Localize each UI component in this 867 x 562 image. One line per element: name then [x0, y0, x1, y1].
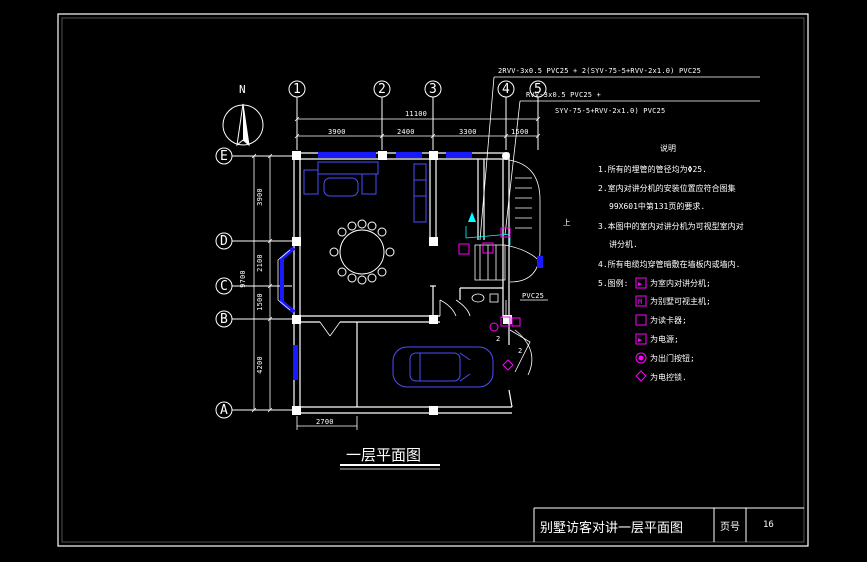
toilet-fixtures — [471, 293, 499, 303]
legend-label-4: 为电源; — [650, 335, 679, 344]
dim-top-4: 1500 — [511, 128, 529, 136]
sofa-set — [303, 161, 379, 197]
north-arrow-icon — [222, 103, 264, 147]
walls — [293, 152, 513, 414]
legend-symbol-1: ▶ — [638, 280, 643, 288]
note-line-7: 5.图例: — [598, 279, 629, 288]
cabinet — [413, 163, 427, 223]
axis-label-4: 4 — [502, 82, 510, 97]
axis-label-e: E — [220, 149, 228, 164]
cable-label-b2: SYV-75-5+RVV-2x1.0) PVC25 — [555, 107, 666, 115]
dim-left-3: 1500 — [255, 293, 264, 311]
axis-label-a: A — [220, 403, 228, 418]
dim-top-2: 2400 — [397, 128, 415, 136]
note-line-1: 1.所有的埋管的管径均为Φ25. — [598, 165, 707, 174]
windows — [293, 152, 472, 380]
dim-left-total: 9700 — [238, 270, 247, 288]
note-line-2: 2.室内对讲分机的安装位置应符合图集 — [598, 184, 736, 193]
legend-label-5: 为出门按钮; — [650, 354, 695, 363]
legend-label-2: 为别墅可视主机; — [650, 297, 711, 306]
title-block-page-label: 页号 — [720, 522, 740, 533]
marker-2a: 2 — [496, 335, 501, 343]
dim-top-1: 3900 — [328, 128, 346, 136]
drawing-sheet: N 1 2 3 4 5 E D C B A 11100 3900 2400 33… — [0, 0, 867, 562]
stair-up-label: 上 — [563, 218, 571, 227]
car-icon — [392, 346, 494, 388]
dim-left-4: 4200 — [255, 356, 264, 374]
note-line-4: 3.本图中的室内对讲分机为可视型室内对 — [598, 222, 744, 231]
north-label: N — [239, 83, 246, 96]
dim-top-3: 3300 — [459, 128, 477, 136]
dim-left-2: 2100 — [255, 254, 264, 272]
axis-label-2: 2 — [378, 82, 386, 97]
title-block-page-number: 16 — [763, 520, 774, 530]
columns — [292, 151, 512, 415]
axis-label-d: D — [220, 234, 228, 249]
title-underline — [340, 464, 440, 470]
axis-label-b: B — [220, 312, 228, 327]
axis-label-c: C — [220, 279, 228, 294]
note-line-5: 讲分机. — [609, 240, 638, 249]
legend-label-6: 为电控锁. — [650, 373, 687, 382]
dining-table — [329, 219, 395, 285]
stair-arrow-icon — [468, 212, 476, 222]
staircase — [474, 159, 541, 283]
note-line-3: 99X601中第131页的要求. — [609, 202, 706, 211]
cable-label-b1: RVV-3x0.5 PVC25 + — [526, 91, 602, 99]
marker-2b: 2 — [518, 347, 523, 355]
bay-window — [280, 246, 296, 314]
dim-left-1: 3900 — [255, 188, 264, 206]
dim-bottom: 2700 — [316, 418, 334, 426]
legend-label-1: 为室内对讲分机; — [650, 279, 711, 288]
cable-label-c: PVC25 — [522, 292, 545, 300]
legend-symbol-2: M — [638, 298, 643, 306]
notes-heading: 说明 — [660, 144, 676, 153]
axis-label-1: 1 — [293, 82, 301, 97]
intercom-devices — [458, 227, 521, 371]
legend-label-3: 为读卡器; — [650, 316, 687, 325]
title-block-name: 别墅访客对讲一层平面图 — [540, 521, 684, 536]
note-line-6: 4.所有电缆均穿管暗敷在墙板内或墙内. — [598, 260, 741, 269]
stair-window — [537, 256, 543, 268]
cable-label-a: 2RVV-3x0.5 PVC25 + 2(SYV-75-5+RVV-2x1.0)… — [498, 67, 702, 75]
dim-total-top: 11100 — [405, 110, 428, 118]
axis-label-3: 3 — [429, 82, 437, 97]
drawing-title: 一层平面图 — [346, 446, 422, 464]
legend-symbol-4: ▶ — [638, 336, 643, 344]
legend-icons — [635, 277, 647, 382]
